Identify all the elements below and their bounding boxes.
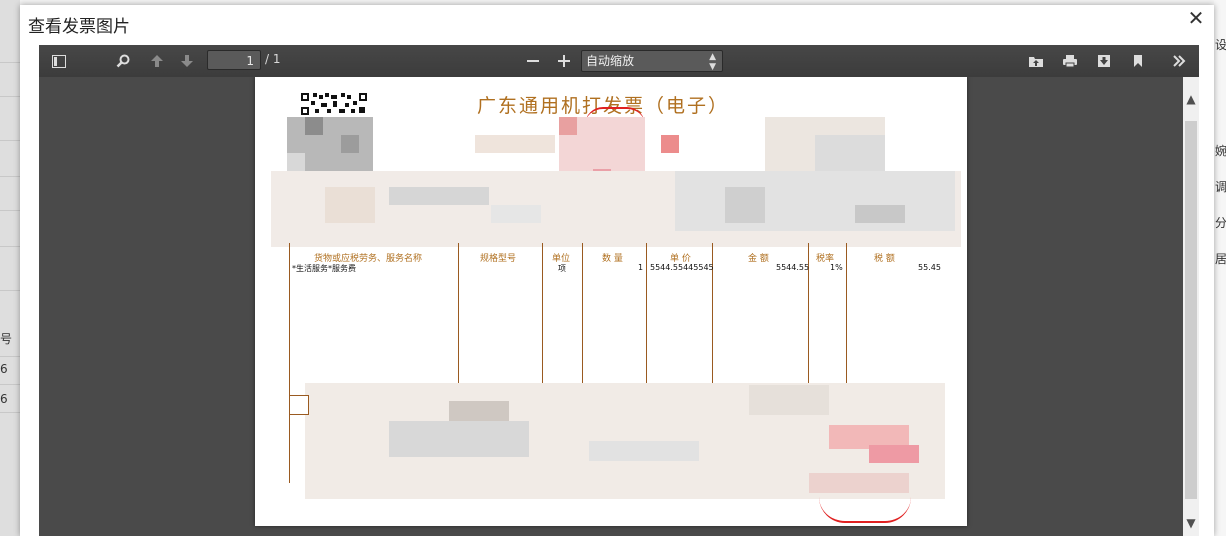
pdf-viewer: 1 / 1 自动缩放 ▲ ▼ 广东通用机打发票（电子） 货物或应税劳务、服务名称… <box>39 45 1199 536</box>
page-number-input[interactable]: 1 <box>207 50 261 70</box>
open-file-icon[interactable] <box>1024 50 1048 72</box>
background-right-panel: 设 婉 调 分 居 <box>1214 0 1226 536</box>
previous-page-icon[interactable] <box>145 50 169 72</box>
background-label: 设 <box>1215 38 1226 52</box>
seal-stamp <box>819 497 911 523</box>
background-label: 6 <box>0 362 8 376</box>
vertical-scrollbar[interactable]: ▲ ▼ <box>1183 77 1199 536</box>
column-header: 规格型号 <box>480 254 517 264</box>
background-label: 居 <box>1215 252 1226 266</box>
tools-icon[interactable] <box>1167 50 1191 72</box>
background-label: 号 <box>0 332 13 346</box>
dialog-title: 查看发票图片 <box>28 17 130 37</box>
background-label: 6 <box>0 392 8 406</box>
print-icon[interactable] <box>1058 50 1082 72</box>
scroll-thumb[interactable] <box>1185 121 1197 499</box>
page-count: / 1 <box>265 52 281 66</box>
download-icon[interactable] <box>1092 50 1116 72</box>
redacted-buyer-info <box>255 111 967 247</box>
cell-tax-rate: 1% <box>830 263 843 272</box>
select-arrows-icon: ▲ ▼ <box>709 52 716 72</box>
cell-tax: 55.45 <box>918 263 941 272</box>
bookmark-icon[interactable] <box>1126 50 1150 72</box>
cell-price: 5544.55445545 <box>650 263 714 272</box>
background-label: 分 <box>1215 216 1226 230</box>
background-label: 调 <box>1215 180 1226 194</box>
pdf-toolbar: 1 / 1 自动缩放 ▲ ▼ <box>39 45 1199 77</box>
column-header: 税 额 <box>874 254 895 264</box>
redacted-totals-seller-info <box>289 381 951 501</box>
invoice-image-dialog: 查看发票图片 ✕ 1 / 1 自动缩放 ▲ ▼ 广东通用机打发票（电子） 货物或… <box>20 5 1214 536</box>
close-icon[interactable]: ✕ <box>1186 7 1206 29</box>
cell-amount: 5544.55 <box>776 263 810 272</box>
zoom-out-icon[interactable] <box>521 50 545 72</box>
invoice-page: 广东通用机打发票（电子） 货物或应税劳务、服务名称 规格型号 单位 数 量 单 … <box>255 77 967 526</box>
scroll-up-icon[interactable]: ▲ <box>1183 91 1199 107</box>
column-header: 金 额 <box>748 254 769 264</box>
next-page-icon[interactable] <box>175 50 199 72</box>
sidebar-toggle-icon[interactable] <box>47 50 71 72</box>
cell-unit: 项 <box>558 264 566 273</box>
document-canvas[interactable]: 广东通用机打发票（电子） 货物或应税劳务、服务名称 规格型号 单位 数 量 单 … <box>39 77 1183 536</box>
cell-qty: 1 <box>638 263 644 272</box>
search-icon[interactable] <box>111 50 135 72</box>
zoom-select[interactable]: 自动缩放 ▲ ▼ <box>581 50 723 72</box>
column-header: 数 量 <box>602 254 623 264</box>
zoom-select-value: 自动缩放 <box>586 54 635 68</box>
scroll-down-icon[interactable]: ▼ <box>1183 515 1199 531</box>
background-left-panel: 号 6 6 <box>0 0 20 536</box>
zoom-in-icon[interactable] <box>552 50 576 72</box>
cell-item: *生活服务*服务费 <box>292 264 356 273</box>
background-label: 婉 <box>1215 144 1226 158</box>
